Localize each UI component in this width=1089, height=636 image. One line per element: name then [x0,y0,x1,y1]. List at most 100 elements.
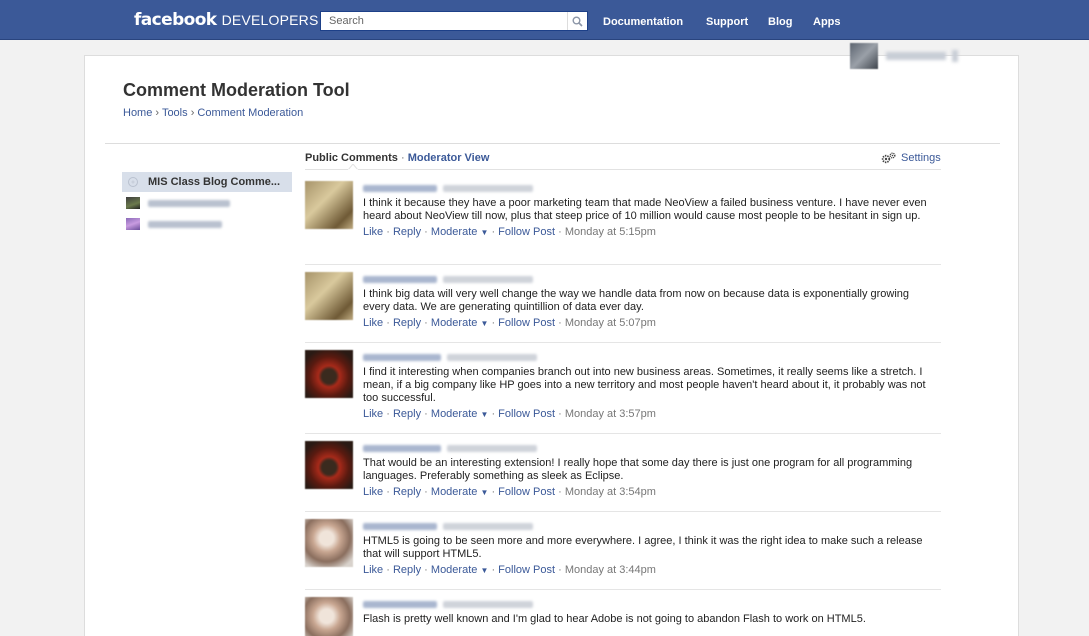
action-separator: · [386,408,390,420]
like-link[interactable]: Like [363,408,383,420]
commenter-avatar[interactable] [305,519,353,567]
moderate-label: Moderate [430,317,478,329]
breadcrumb: Home › Tools › Comment Moderation [123,107,303,119]
commenter-avatar[interactable] [305,441,353,489]
moderate-dropdown[interactable]: Moderate ▼ [431,564,488,576]
comment-item: I think it because they have a poor mark… [305,181,941,265]
comment-body: I think it because they have a poor mark… [363,181,933,238]
dropdown-arrow-icon: ▼ [480,410,489,419]
comment-text: I think big data will very well change t… [363,288,910,313]
follow-post-link[interactable]: Follow Post [498,408,555,420]
settings-link[interactable]: Settings [881,152,941,164]
search-button[interactable] [567,12,587,30]
sidebar-item-site-3[interactable] [122,214,292,234]
commenter-name-redacted[interactable] [363,600,437,608]
moderate-dropdown[interactable]: Moderate ▼ [431,226,488,238]
commenter-avatar[interactable] [305,272,353,320]
action-separator: · [491,408,496,420]
sidebar-item-mis-class-blog[interactable]: MIS Class Blog Comme... [122,172,292,192]
search-input[interactable] [321,12,561,30]
comment-actions: Like · Reply · Moderate ▼ · Follow Post … [363,408,933,420]
comment-icon [128,177,138,187]
reply-link[interactable]: Reply [393,486,421,498]
top-navigation-bar: facebook DEVELOPERS Documentation Suppor… [0,0,1089,40]
nav-apps[interactable]: Apps [813,16,841,28]
nav-blog[interactable]: Blog [768,16,792,28]
moderate-label: Moderate [430,226,478,238]
moderate-dropdown[interactable]: Moderate ▼ [431,408,488,420]
tab-public-comments[interactable]: Public Comments [305,152,398,164]
settings-label: Settings [901,152,941,164]
like-link[interactable]: Like [363,486,383,498]
sidebar-item-label-redacted [148,220,222,228]
comment-actions: Like · Reply · Moderate ▼ · Follow Post … [363,564,933,576]
comment-body: I find it interesting when companies bra… [363,350,933,420]
follow-post-link[interactable]: Follow Post [498,486,555,498]
user-name-redacted [886,52,946,60]
dropdown-arrow-icon: ▼ [480,319,489,328]
commenter-name-redacted[interactable] [363,275,437,283]
commenter-affiliation-redacted [443,600,533,608]
moderate-dropdown[interactable]: Moderate ▼ [431,317,488,329]
commenter-affiliation-redacted [447,353,537,361]
comment-header [363,597,933,611]
action-separator: · [491,564,496,576]
comment-timestamp[interactable]: Monday at 3:44pm [565,564,656,576]
like-link[interactable]: Like [363,226,383,238]
commenter-avatar[interactable] [305,350,353,398]
breadcrumb-home[interactable]: Home [123,107,152,119]
comment-item: HTML5 is going to be seen more and more … [305,519,941,590]
comment-timestamp[interactable]: Monday at 5:07pm [565,317,656,329]
comment-timestamp[interactable]: Monday at 5:15pm [565,226,656,238]
reply-link[interactable]: Reply [393,317,421,329]
nav-support[interactable]: Support [706,16,748,28]
comment-timestamp[interactable]: Monday at 3:54pm [565,486,656,498]
commenter-name-redacted[interactable] [363,184,437,192]
breadcrumb-separator: › [190,107,195,119]
action-separator: · [491,486,496,498]
tabs-divider [305,169,941,170]
action-separator: · [424,564,428,576]
breadcrumb-comment-moderation[interactable]: Comment Moderation [197,107,303,119]
follow-post-link[interactable]: Follow Post [498,564,555,576]
reply-link[interactable]: Reply [393,226,421,238]
like-link[interactable]: Like [363,317,383,329]
action-separator: · [424,486,428,498]
nav-documentation[interactable]: Documentation [603,16,683,28]
action-separator: · [558,564,562,576]
like-link[interactable]: Like [363,564,383,576]
page-title: Comment Moderation Tool [123,80,350,100]
action-separator: · [558,317,562,329]
sidebar-item-label-redacted [148,199,230,207]
comment-item: Flash is pretty well known and I'm glad … [305,597,941,636]
commenter-name-redacted[interactable] [363,522,437,530]
active-tab-caret-icon [348,164,358,170]
reply-link[interactable]: Reply [393,408,421,420]
moderate-dropdown[interactable]: Moderate ▼ [431,486,488,498]
comment-timestamp[interactable]: Monday at 3:57pm [565,408,656,420]
comment-body: Flash is pretty well known and I'm glad … [363,597,933,626]
follow-post-link[interactable]: Follow Post [498,226,555,238]
reply-link[interactable]: Reply [393,564,421,576]
breadcrumb-tools[interactable]: Tools [162,107,188,119]
tab-separator: · [400,152,405,164]
comment-view-tabs: Public Comments · Moderator View [305,152,489,164]
sidebar-item-site-2[interactable] [122,193,292,213]
commenter-name-redacted[interactable] [363,444,441,452]
facebook-developers-logo[interactable]: facebook DEVELOPERS [134,10,319,30]
commenter-avatar[interactable] [305,181,353,229]
action-separator: · [424,408,428,420]
dropdown-arrow-icon: ▼ [480,228,489,237]
comment-text: That would be an interesting extension! … [363,457,913,482]
action-separator: · [424,317,428,329]
commenter-affiliation-redacted [443,184,533,192]
commenter-name-redacted[interactable] [363,353,441,361]
account-menu[interactable] [850,41,958,71]
site-icon [126,218,140,230]
tab-moderator-view[interactable]: Moderator View [408,152,490,164]
commenter-affiliation-redacted [447,444,537,452]
commenter-avatar[interactable] [305,597,353,636]
follow-post-link[interactable]: Follow Post [498,317,555,329]
action-separator: · [558,486,562,498]
comment-header [363,519,933,533]
